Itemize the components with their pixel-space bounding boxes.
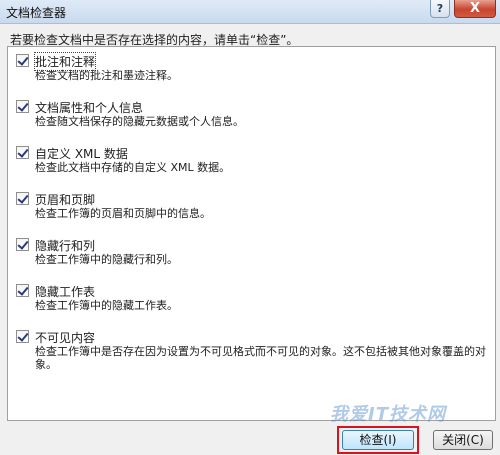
close-button[interactable]: 关闭(C) (433, 430, 493, 450)
checkbox-custom-xml[interactable] (16, 146, 29, 159)
option-label[interactable]: 隐藏工作表 (35, 283, 95, 300)
window-title: 文档检查器 (6, 6, 67, 20)
option-label[interactable]: 隐藏行和列 (35, 237, 95, 254)
option-description: 检查文档的批注和墨迹注释。 (35, 69, 178, 82)
option-description: 检查工作簿中的隐藏行和列。 (35, 253, 178, 266)
checkbox-headers-footers[interactable] (16, 192, 29, 205)
option-description: 检查工作簿中的隐藏工作表。 (35, 299, 178, 312)
option-description: 检查此文档中存储的自定义 XML 数据。 (35, 161, 231, 174)
option-label[interactable]: 页眉和页脚 (35, 191, 95, 208)
window-close-button[interactable]: X (454, 0, 496, 18)
option-label[interactable]: 自定义 XML 数据 (35, 145, 128, 162)
option-description: 检查随文档保存的隐藏元数据或个人信息。 (35, 115, 244, 128)
option-description: 检查工作簿中是否存在因为设置为不可见格式而不可见的对象。这不包括被其他对象覆盖的… (35, 345, 486, 371)
option-label[interactable]: 不可见内容 (35, 329, 95, 346)
dialog-button-bar: 检查(I) 关闭(C) (0, 421, 500, 455)
checkbox-hidden-worksheets[interactable] (16, 284, 29, 297)
help-button[interactable]: ? (430, 0, 450, 18)
checkbox-document-properties[interactable] (16, 100, 29, 113)
option-label[interactable]: 批注和注释 (33, 52, 97, 71)
option-label[interactable]: 文档属性和个人信息 (35, 99, 143, 116)
inspect-button[interactable]: 检查(I) (342, 430, 414, 450)
checkbox-hidden-rows-columns[interactable] (16, 238, 29, 251)
inspection-options-list: 批注和注释 检查文档的批注和墨迹注释。 文档属性和个人信息 检查随文档保存的隐藏… (7, 46, 496, 421)
checkbox-invisible-content[interactable] (16, 330, 29, 343)
option-description: 检查工作簿的页眉和页脚中的信息。 (35, 207, 211, 220)
checkbox-comments[interactable] (16, 54, 29, 67)
title-bar: 文档检查器 ? X (0, 0, 500, 24)
